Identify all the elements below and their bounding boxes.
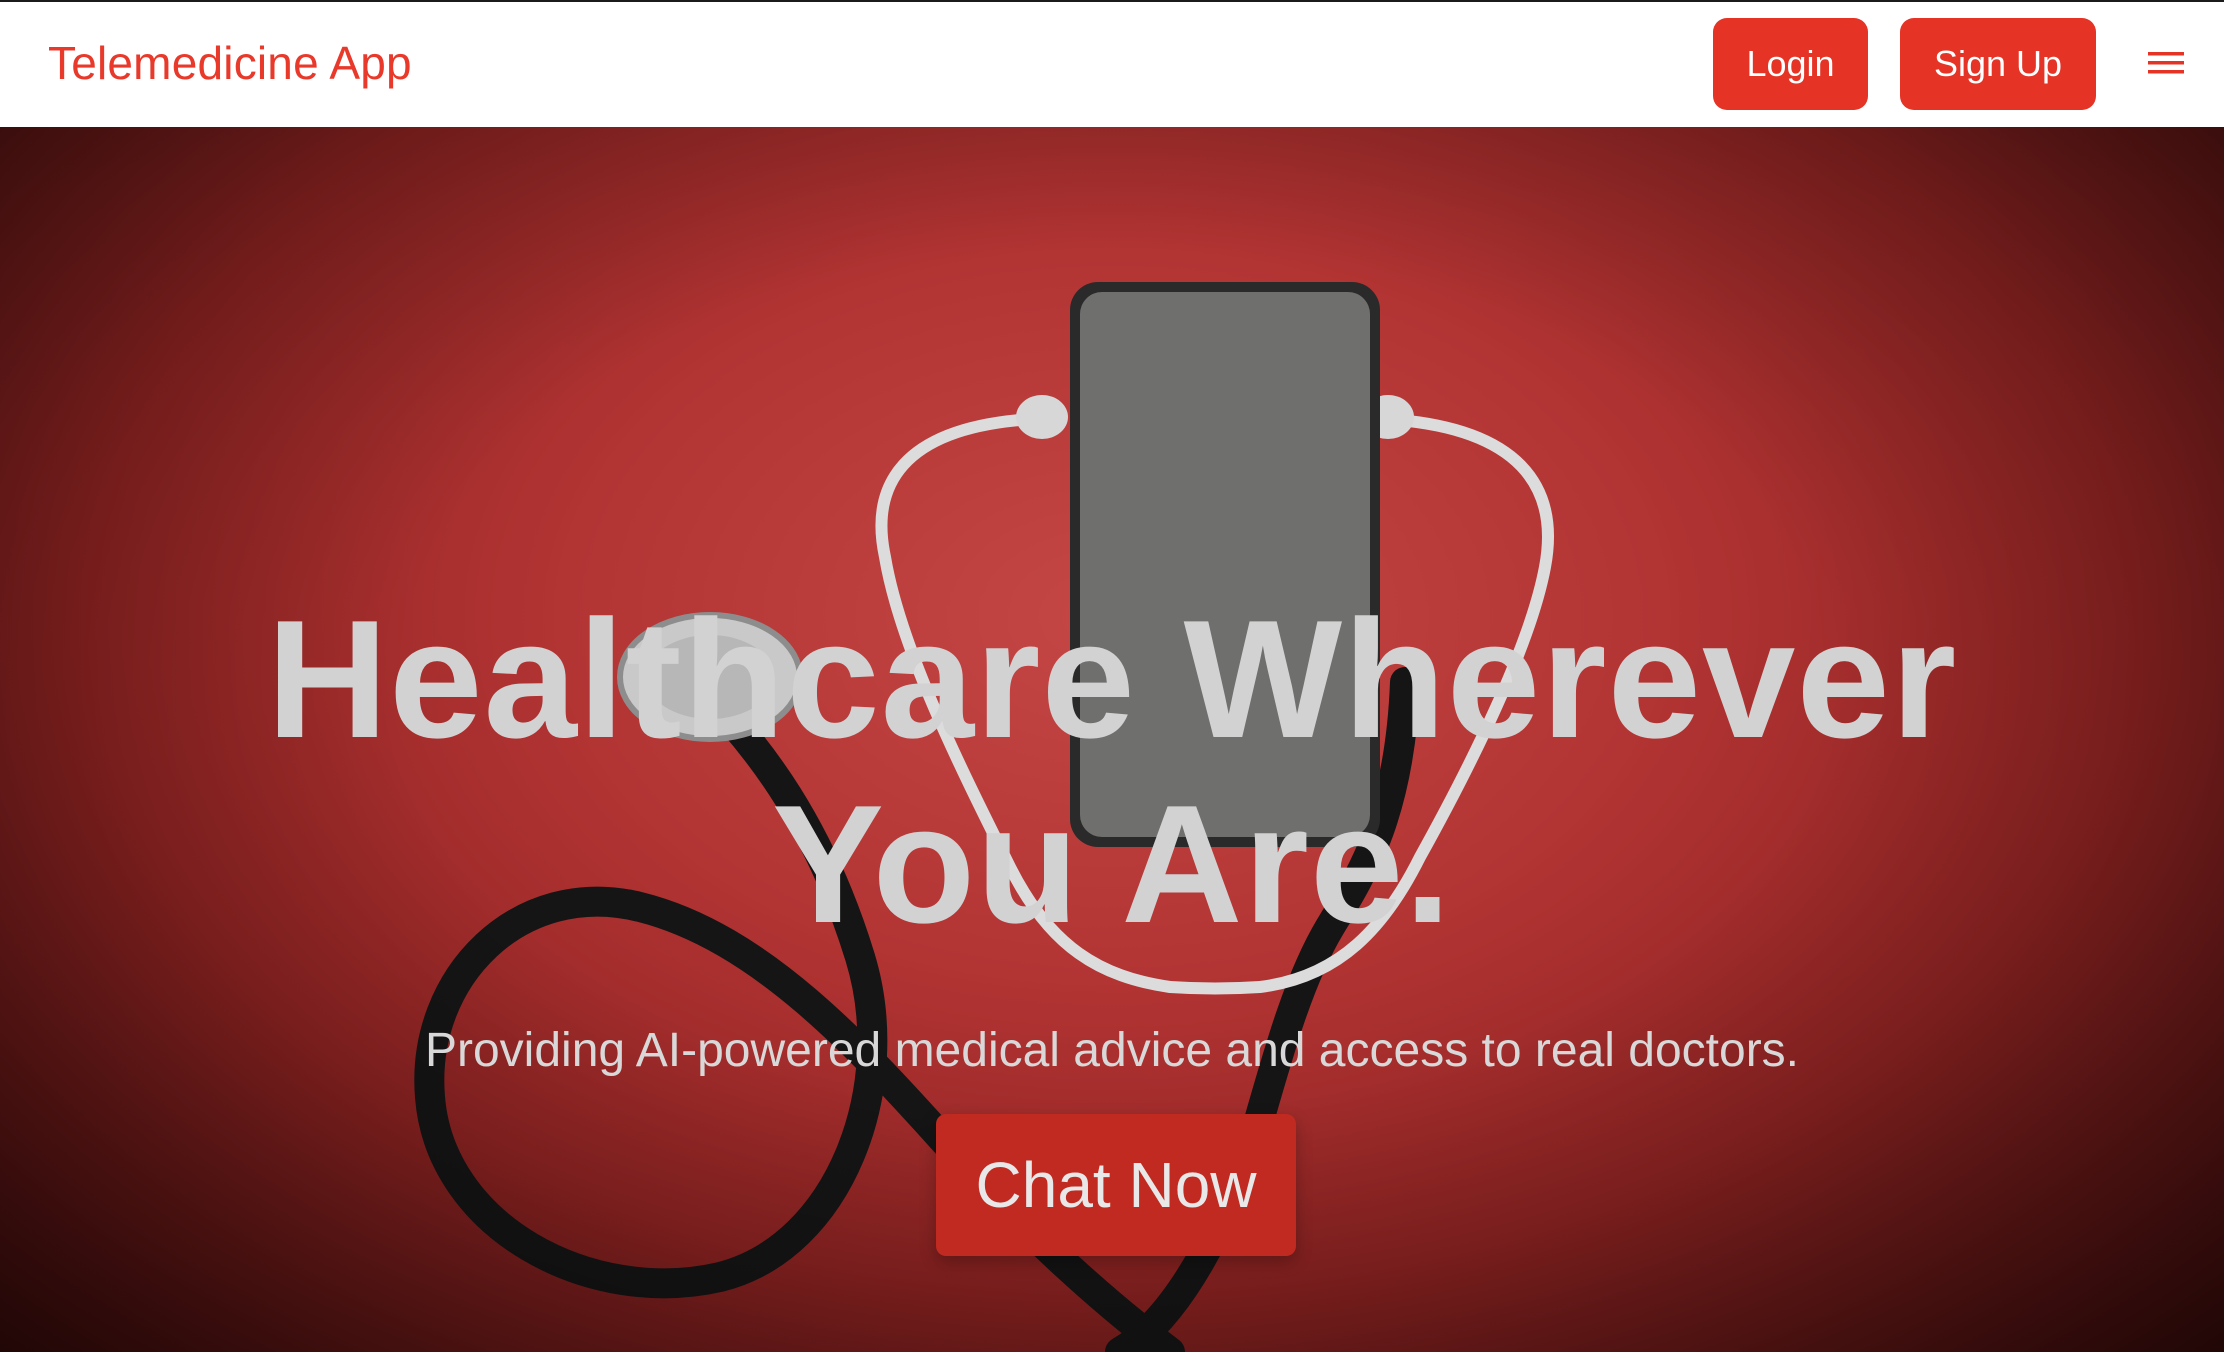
login-button[interactable]: Login — [1713, 18, 1868, 110]
hero-headline: Healthcare Wherever You Are. — [266, 585, 1958, 958]
chat-now-button[interactable]: Chat Now — [936, 1114, 1296, 1256]
signup-button[interactable]: Sign Up — [1900, 18, 2096, 110]
hero-section: Healthcare Wherever You Are. Providing A… — [0, 127, 2224, 1352]
brand-logo-text[interactable]: Telemedicine App — [48, 36, 412, 90]
navbar: Telemedicine App Login Sign Up — [0, 2, 2224, 127]
hero-subtitle: Providing AI-powered medical advice and … — [424, 1024, 1800, 1077]
hamburger-menu-icon[interactable] — [2146, 48, 2188, 80]
